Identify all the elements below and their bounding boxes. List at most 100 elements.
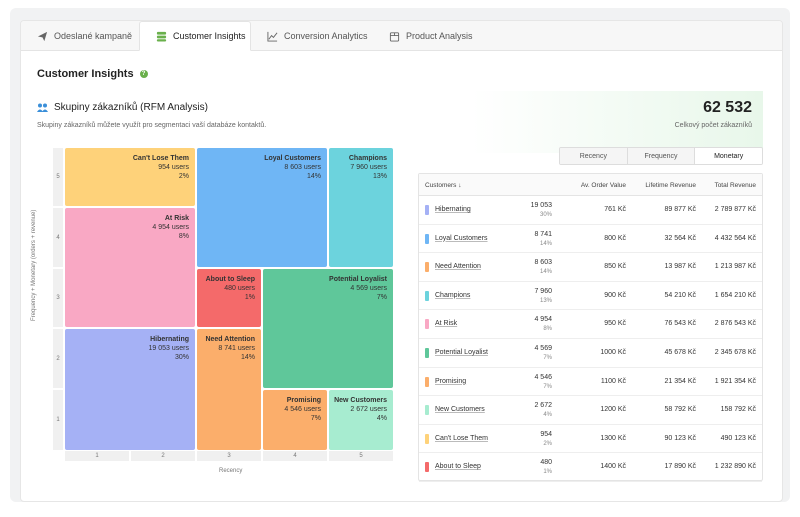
total-revenue: 2 876 543 Kč	[714, 320, 756, 328]
segment-percent: 14%	[539, 269, 552, 276]
lifetime-revenue: 76 543 Kč	[664, 320, 696, 328]
segment-color-swatch	[425, 433, 429, 444]
segment-about-to-sleep[interactable]: About to Sleep 480 users 1%	[197, 269, 261, 327]
table-row[interactable]: About to Sleep 480 1% 1400 Kč 17 890 Kč 1 232…	[419, 453, 762, 482]
help-icon[interactable]: ?	[139, 70, 148, 78]
x-tick: 5	[329, 451, 393, 461]
lifetime-revenue: 45 678 Kč	[664, 349, 696, 356]
y-tick: 2	[53, 329, 63, 388]
total-revenue: 1 213 987 Kč	[714, 263, 756, 271]
lifetime-revenue: 54 210 Kč	[664, 291, 696, 299]
table-row[interactable]: At Risk 4 954 8% 950 Kč 76 543 Kč 2 876 543 K…	[419, 310, 762, 339]
toggle-monetary[interactable]: Monetary	[695, 148, 762, 164]
segments-table: Customers ↓ Av. Order Value Lifetime Rev…	[418, 173, 763, 482]
avg-order-value: 1000 Kč	[600, 349, 626, 356]
column-aov[interactable]: Av. Order Value	[581, 182, 626, 189]
segment-count: 8 741	[534, 230, 552, 238]
segment-percent: 7%	[543, 383, 552, 390]
tab-conversion-analytics[interactable]: Conversion Analytics	[251, 21, 373, 51]
x-tick: 2	[131, 451, 195, 461]
segment-hibernating[interactable]: Hibernating 19 053 users 30%	[65, 329, 195, 450]
segment-count: 954	[540, 430, 552, 438]
segment-percent: 14%	[539, 240, 552, 247]
avg-order-value: 950 Kč	[604, 320, 626, 328]
total-revenue: 490 123 Kč	[720, 434, 756, 442]
table-row[interactable]: Champions 7 960 13% 900 Kč 54 210 Kč 1 654 21…	[419, 282, 762, 311]
segment-color-swatch	[425, 319, 429, 330]
toggle-frequency[interactable]: Frequency	[627, 148, 696, 164]
total-revenue: 1 654 210 Kč	[714, 291, 756, 299]
table-row[interactable]: Potential Loyalist 4 569 7% 1000 Kč 45 678 K…	[419, 339, 762, 368]
avg-order-value: 850 Kč	[604, 263, 626, 271]
tab-product-analysis[interactable]: Product Analysis	[373, 21, 483, 51]
segment-need-attention[interactable]: Need Attention 8 741 users 14%	[197, 329, 261, 450]
segment-cant-lose-them[interactable]: Can't Lose Them 954 users 2%	[65, 148, 195, 206]
segment-name-link[interactable]: Need Attention	[435, 263, 481, 270]
section-title: Skupiny zákazníků (RFM Analysis)	[37, 102, 208, 113]
segment-count: 4 546	[534, 373, 552, 381]
table-row[interactable]: Loyal Customers 8 741 14% 800 Kč 32 564 Kč 4 …	[419, 225, 762, 254]
segment-color-swatch	[425, 348, 429, 358]
column-customers[interactable]: Customers ↓	[425, 182, 462, 189]
tab-customer-insights[interactable]: Customer Insights	[139, 21, 251, 51]
segment-name-link[interactable]: About to Sleep	[435, 463, 481, 470]
page-title: Customer Insights ?	[37, 68, 148, 80]
segment-percent: 1%	[543, 469, 552, 476]
y-tick: 5	[53, 148, 63, 206]
tab-bar: Odeslané kampaně Customer Insights Conve…	[21, 21, 782, 51]
avg-order-value: 1200 Kč	[600, 406, 626, 414]
total-revenue: 2 345 678 Kč	[714, 349, 756, 356]
avg-order-value: 1400 Kč	[600, 463, 626, 471]
segment-name-link[interactable]: Can't Lose Them	[435, 435, 488, 442]
segment-name-link[interactable]: At Risk	[435, 320, 457, 327]
section-description: Skupiny zákazníků můžete využít pro segm…	[37, 122, 267, 129]
segment-color-swatch	[425, 205, 429, 215]
total-revenue: 4 432 564 Kč	[714, 234, 756, 242]
y-tick: 1	[53, 390, 63, 450]
segment-color-swatch	[425, 233, 429, 244]
segment-name-link[interactable]: New Customers	[435, 406, 485, 413]
avg-order-value: 1100 Kč	[600, 377, 626, 385]
segment-name-link[interactable]: Loyal Customers	[435, 235, 488, 242]
segment-name-link[interactable]: Champions	[435, 292, 470, 299]
x-tick: 4	[263, 451, 327, 461]
segment-color-swatch	[425, 462, 429, 473]
table-row[interactable]: Promising 4 546 7% 1100 Kč 21 354 Kč 1 921 35…	[419, 368, 762, 397]
coins-icon	[156, 31, 167, 42]
segment-potential-loyalist[interactable]: Potential Loyalist 4 569 users 7%	[263, 269, 393, 388]
avg-order-value: 1300 Kč	[600, 434, 626, 442]
segment-count: 4 569	[534, 345, 552, 352]
segment-color-swatch	[425, 405, 429, 416]
y-tick: 4	[53, 208, 63, 267]
segment-name-link[interactable]: Promising	[435, 378, 466, 385]
table-row[interactable]: New Customers 2 672 4% 1200 Kč 58 792 Kč 158 …	[419, 396, 762, 425]
x-axis-label: Recency	[219, 468, 243, 474]
segment-champions[interactable]: Champions 7 960 users 13%	[329, 148, 393, 267]
segment-percent: 13%	[539, 297, 552, 304]
segment-loyal-customers[interactable]: Loyal Customers 8 603 users 14%	[197, 148, 327, 267]
total-customers-label: Celkový počet zákazníků	[674, 122, 752, 129]
segment-at-risk[interactable]: At Risk 4 954 users 8%	[65, 208, 195, 327]
lifetime-revenue: 21 354 Kč	[664, 377, 696, 385]
column-lifetime-revenue[interactable]: Lifetime Revenue	[645, 182, 696, 189]
segment-promising[interactable]: Promising 4 546 users 7%	[263, 390, 327, 450]
table-row[interactable]: Can't Lose Them 954 2% 1300 Kč 90 123 Kč 490 …	[419, 425, 762, 454]
tab-odeslane-kampane[interactable]: Odeslané kampaně	[21, 21, 139, 51]
segment-count: 19 053	[530, 202, 552, 209]
segment-color-swatch	[425, 262, 429, 273]
toggle-recency[interactable]: Recency	[560, 148, 628, 164]
segment-name-link[interactable]: Potential Loyalist	[435, 349, 488, 356]
segment-new-customers[interactable]: New Customers 2 672 users 4%	[329, 390, 393, 450]
segment-name-link[interactable]: Hibernating	[435, 206, 471, 213]
segment-percent: 2%	[543, 440, 552, 447]
segment-count: 8 603	[534, 259, 552, 267]
segment-percent: 7%	[543, 355, 552, 361]
lifetime-revenue: 89 877 Kč	[664, 206, 696, 213]
table-row[interactable]: Need Attention 8 603 14% 850 Kč 13 987 Kč 1 2…	[419, 253, 762, 282]
x-tick: 3	[197, 451, 261, 461]
table-row[interactable]: Hibernating 19 053 30% 761 Kč 89 877 Kč 2 789…	[419, 196, 762, 225]
y-axis-label: Frequency + Monetary (orders + revenue)	[31, 209, 37, 321]
column-total-revenue[interactable]: Total Revenue	[714, 182, 756, 189]
segment-count: 2 672	[534, 402, 552, 410]
x-tick: 1	[65, 451, 129, 461]
